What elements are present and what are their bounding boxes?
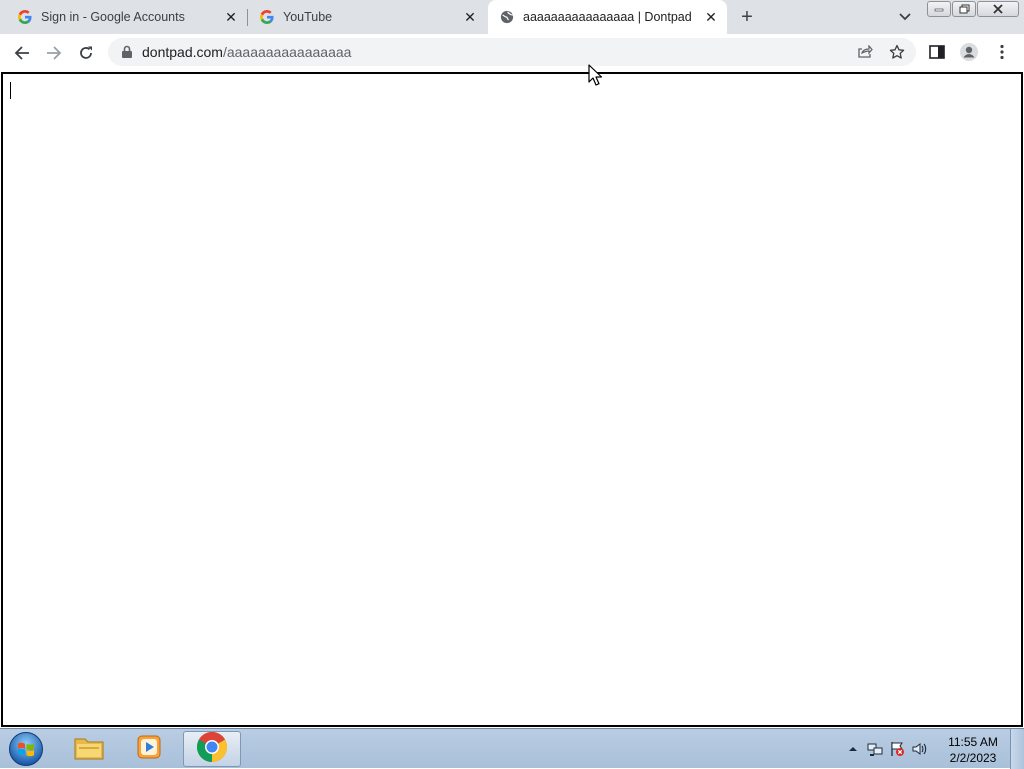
tab-search-chevron-icon[interactable] bbox=[895, 8, 915, 26]
page-viewport bbox=[0, 71, 1024, 728]
mouse-pointer-icon bbox=[588, 64, 603, 86]
tab-youtube[interactable]: YouTube ✕ bbox=[242, 0, 486, 34]
new-tab-button[interactable]: + bbox=[736, 6, 758, 28]
url-path: /aaaaaaaaaaaaaaaa bbox=[222, 44, 352, 60]
google-icon bbox=[17, 9, 33, 25]
folder-icon bbox=[73, 733, 105, 766]
menu-kebab-icon[interactable] bbox=[992, 42, 1012, 62]
system-tray bbox=[842, 729, 930, 769]
tab-title: Sign in - Google Accounts bbox=[41, 10, 185, 24]
share-icon[interactable] bbox=[856, 43, 874, 61]
tab-close-icon[interactable]: ✕ bbox=[701, 7, 721, 27]
forward-button[interactable] bbox=[40, 39, 68, 67]
globe-icon bbox=[499, 9, 515, 25]
taskbar-media-player[interactable] bbox=[120, 731, 178, 767]
side-panel-icon[interactable] bbox=[927, 42, 947, 62]
chrome-icon bbox=[196, 731, 228, 768]
show-desktop-button[interactable] bbox=[1010, 729, 1024, 769]
media-player-icon bbox=[135, 733, 163, 766]
address-bar[interactable]: dontpad.com/aaaaaaaaaaaaaaaa bbox=[108, 38, 916, 66]
url-host: dontpad.com bbox=[142, 44, 223, 60]
tab-title: YouTube bbox=[283, 10, 333, 24]
restore-button[interactable] bbox=[952, 1, 976, 17]
bookmark-star-icon[interactable] bbox=[888, 43, 906, 61]
url-text: dontpad.com/aaaaaaaaaaaaaaaa bbox=[142, 44, 351, 60]
window-controls bbox=[927, 1, 1020, 18]
tab-close-icon[interactable]: ✕ bbox=[221, 7, 241, 27]
text-caret bbox=[10, 82, 11, 99]
reload-button[interactable] bbox=[72, 39, 100, 67]
clock-time: 11:55 AM bbox=[948, 735, 998, 749]
network-icon[interactable] bbox=[867, 741, 883, 757]
taskbar-explorer[interactable] bbox=[60, 731, 118, 767]
lock-icon[interactable] bbox=[121, 45, 133, 59]
dontpad-text-area[interactable] bbox=[1, 72, 1023, 727]
show-hidden-icons-icon[interactable] bbox=[845, 741, 861, 757]
taskbar-chrome[interactable] bbox=[183, 731, 241, 767]
tab-google-sign-in[interactable]: Sign in - Google Accounts ✕ bbox=[0, 0, 247, 34]
close-window-button[interactable] bbox=[977, 1, 1019, 17]
action-center-flag-icon[interactable] bbox=[889, 741, 905, 757]
tab-dontpad[interactable]: aaaaaaaaaaaaaaaa | Dontpad ✕ bbox=[488, 0, 727, 34]
tab-strip: Sign in - Google Accounts ✕ YouTube ✕ aa… bbox=[0, 0, 1024, 34]
start-button[interactable] bbox=[6, 730, 46, 768]
tab-close-icon[interactable]: ✕ bbox=[460, 7, 480, 27]
tab-title: aaaaaaaaaaaaaaaa | Dontpad bbox=[523, 10, 692, 24]
back-button[interactable] bbox=[8, 39, 36, 67]
system-clock[interactable]: 11:55 AM 2/2/2023 bbox=[940, 734, 1006, 766]
google-icon bbox=[259, 9, 275, 25]
volume-icon[interactable] bbox=[911, 741, 927, 757]
clock-date: 2/2/2023 bbox=[949, 751, 997, 765]
minimize-button[interactable] bbox=[927, 1, 951, 17]
taskbar: 11:55 AM 2/2/2023 bbox=[0, 728, 1024, 769]
browser-toolbar: dontpad.com/aaaaaaaaaaaaaaaa bbox=[0, 34, 1024, 71]
profile-avatar-icon[interactable] bbox=[959, 42, 979, 62]
